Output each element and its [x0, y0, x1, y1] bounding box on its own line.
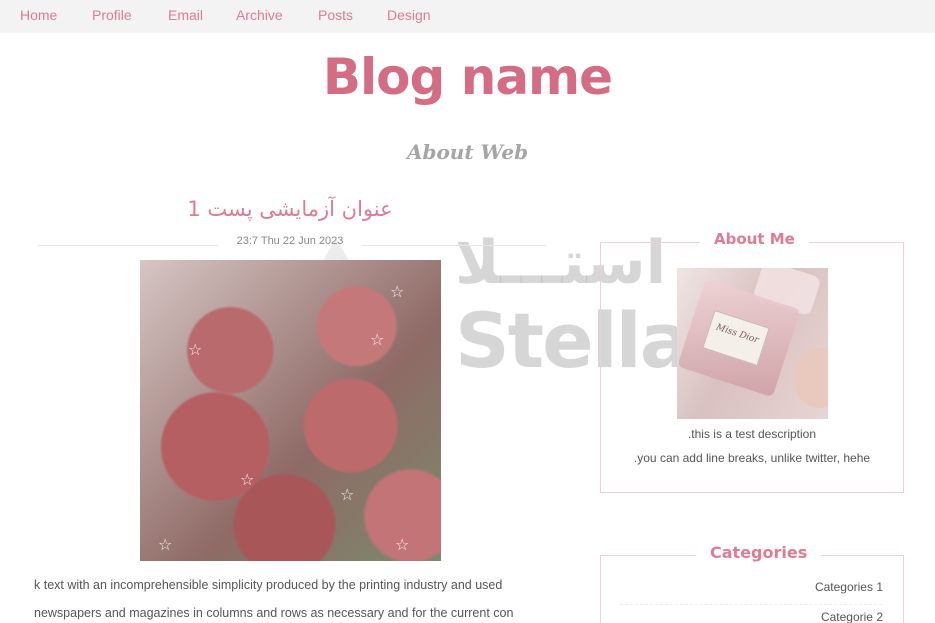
post-text-line: k text with an incomprehensible simplici…: [34, 578, 503, 592]
strawberries-photo-icon: ☆ ☆ ☆ ☆ ☆ ☆ ☆: [140, 260, 441, 561]
star-icon: ☆: [340, 485, 355, 504]
nav-email-link[interactable]: Email: [168, 7, 203, 23]
about-desc-line: .this is a test description: [687, 427, 817, 441]
post-text-line: newspapers and magazines in columns and …: [34, 606, 514, 620]
nav-archive-link[interactable]: Archive: [236, 7, 283, 23]
star-icon: ☆: [390, 282, 405, 301]
post-date: 23:7 Thu 22 Jun 2023: [236, 235, 344, 247]
nav-posts-link[interactable]: Posts: [318, 7, 353, 23]
blog-title[interactable]: Blog name: [0, 48, 935, 106]
nav-design-link[interactable]: Design: [387, 7, 431, 23]
post-title[interactable]: عنوان آزمایشی پست 1: [150, 197, 430, 221]
perfume-photo-icon: Miss Dior: [677, 268, 828, 419]
nav-home-link[interactable]: Home: [20, 7, 57, 23]
category-item-1[interactable]: Categories 1: [815, 580, 883, 594]
about-desc-line: .you can add line breaks, unlike twitter…: [633, 451, 871, 465]
star-icon: ☆: [395, 535, 410, 554]
star-icon: ☆: [240, 470, 255, 489]
blog-subtitle: About Web: [406, 140, 529, 164]
star-icon: ☆: [370, 330, 385, 349]
categories-title: Categories: [696, 543, 822, 562]
category-item-2[interactable]: Categorie 2: [821, 610, 883, 623]
date-divider-left: [38, 245, 218, 246]
top-nav: Home Profile Email Archive Posts Design: [0, 0, 935, 33]
date-divider-right: [362, 245, 546, 246]
hand-shape: [795, 348, 828, 408]
category-divider: [620, 604, 882, 605]
nav-profile-link[interactable]: Profile: [92, 7, 132, 23]
about-me-title: About Me: [700, 230, 809, 248]
star-icon: ☆: [188, 340, 203, 359]
star-icon: ☆: [158, 535, 173, 554]
